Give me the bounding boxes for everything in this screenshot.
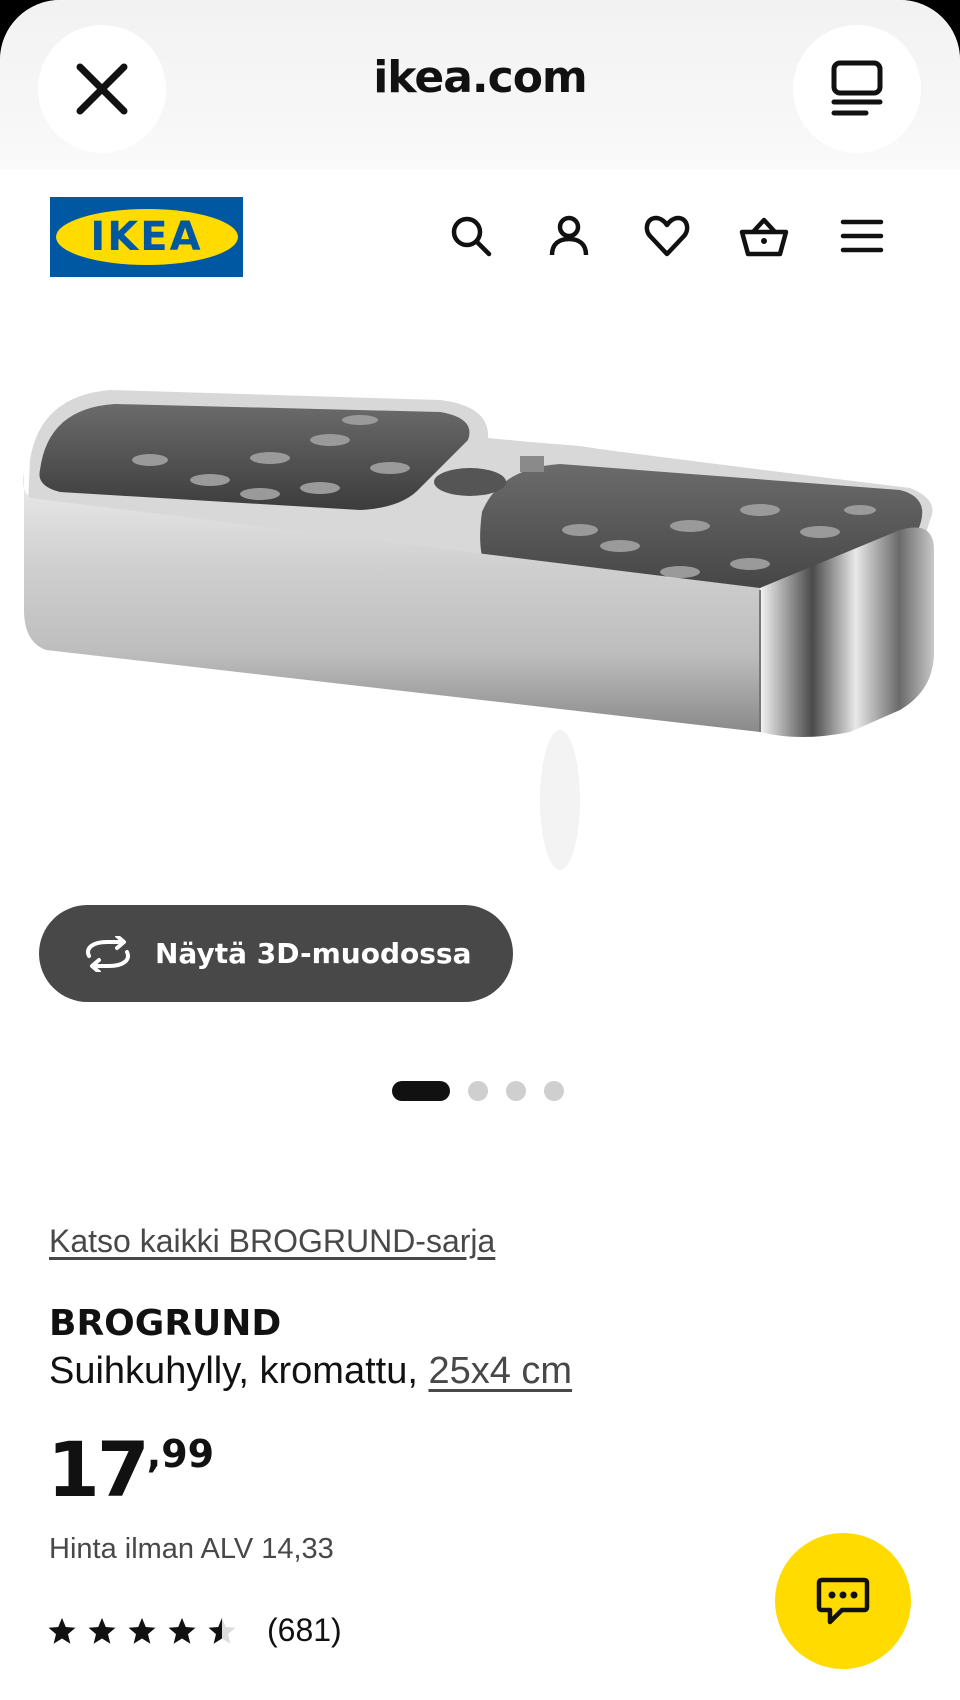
carousel-dot-2[interactable]: [468, 1081, 488, 1101]
screen: ikea.com IKEA Näytä 3D-muodossa Katso ka…: [0, 0, 960, 1700]
favourites-button[interactable]: [641, 210, 693, 262]
star-full-icon: [88, 1617, 116, 1644]
menu-button[interactable]: [836, 210, 888, 262]
tabs-icon: [831, 60, 883, 116]
carousel-dot-1[interactable]: [392, 1081, 450, 1101]
product-name: BROGRUND: [49, 1303, 282, 1344]
rating[interactable]: (681): [47, 1612, 342, 1649]
chat-icon: [816, 1577, 870, 1625]
shower-shelf-image: [22, 390, 934, 870]
star-full-icon: [168, 1617, 196, 1644]
price-integer: 17: [47, 1425, 150, 1514]
basket-button[interactable]: [738, 210, 790, 262]
product-description: Suihkuhylly, kromattu, 25x4 cm: [49, 1350, 572, 1393]
product-description-text: Suihkuhylly, kromattu,: [49, 1350, 429, 1392]
heart-icon: [644, 215, 690, 257]
carousel-indicator: [392, 1080, 564, 1102]
dimensions-link[interactable]: 25x4 cm: [428, 1350, 572, 1392]
series-link[interactable]: Katso kaikki BROGRUND-sarja: [49, 1223, 495, 1260]
chat-button[interactable]: [775, 1533, 911, 1669]
star-half-icon: [208, 1617, 236, 1644]
search-icon: [451, 216, 492, 257]
account-icon: [549, 215, 589, 256]
product-image[interactable]: [0, 360, 960, 880]
rotate-icon: [86, 935, 130, 972]
browser-bar: ikea.com: [0, 0, 960, 170]
view-3d-label: Näytä 3D-muodossa: [155, 937, 472, 970]
review-count[interactable]: (681): [267, 1612, 342, 1649]
search-button[interactable]: [445, 210, 497, 262]
ikea-logo[interactable]: IKEA: [50, 197, 243, 277]
star-full-icon: [48, 1617, 76, 1644]
price-ex-vat: Hinta ilman ALV 14,33: [49, 1533, 334, 1565]
tabs-button[interactable]: [793, 25, 921, 153]
carousel-dot-4[interactable]: [544, 1081, 564, 1101]
account-button[interactable]: [543, 210, 595, 262]
basket-icon: [739, 217, 789, 257]
star-full-icon: [128, 1617, 156, 1644]
logo-text: IKEA: [90, 214, 203, 260]
logo-oval: IKEA: [55, 209, 238, 265]
price: 17,99: [47, 1430, 214, 1510]
carousel-dot-3[interactable]: [506, 1081, 526, 1101]
menu-icon: [840, 219, 884, 253]
price-decimal: ,99: [146, 1432, 215, 1476]
view-3d-button[interactable]: Näytä 3D-muodossa: [39, 905, 513, 1002]
